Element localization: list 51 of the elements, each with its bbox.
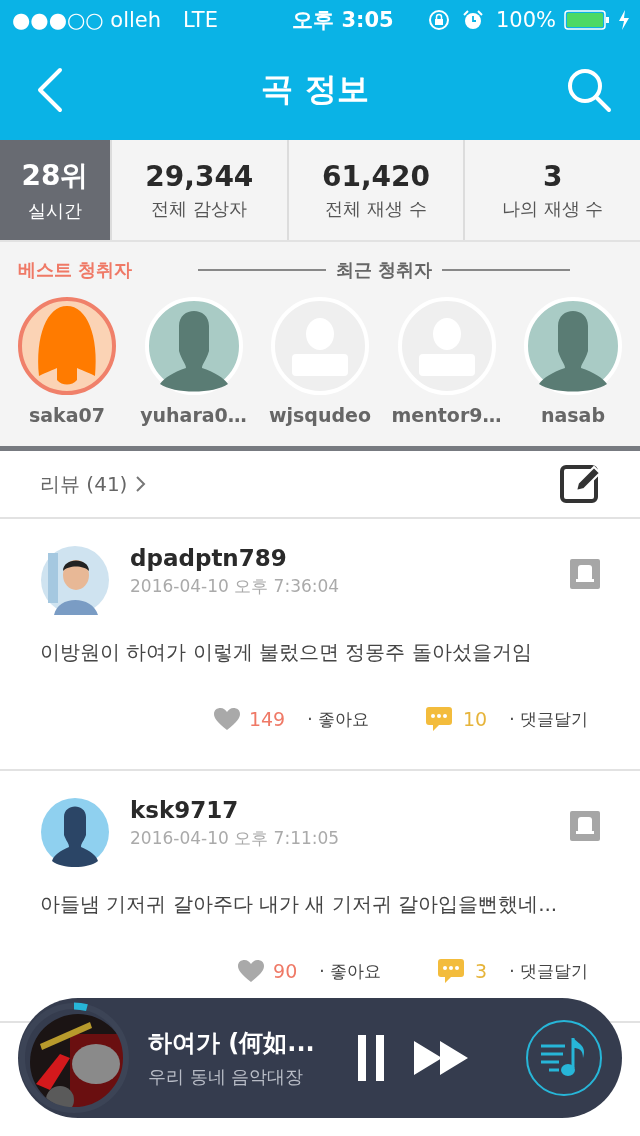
best-listeners-label: 베스트 청취자	[18, 258, 134, 282]
comment-count: 3	[475, 960, 488, 982]
edit-icon[interactable]	[560, 463, 602, 505]
review-date: 2016-04-10 오후 7:11:05	[130, 827, 341, 850]
next-button[interactable]	[414, 1041, 470, 1075]
review-date: 2016-04-10 오후 7:36:04	[130, 575, 341, 598]
stat-tab[interactable]: 3 나의 재생 수	[463, 140, 640, 240]
back-button[interactable]	[36, 67, 64, 113]
pause-button[interactable]	[356, 1035, 386, 1081]
charging-icon	[618, 10, 630, 30]
heart-icon[interactable]	[212, 707, 241, 731]
listener-name[interactable]: saka07	[29, 404, 105, 426]
listener-name[interactable]: mentor9…	[391, 404, 502, 426]
like-button[interactable]: · 좋아요	[307, 707, 369, 731]
report-icon[interactable]	[570, 811, 600, 841]
reviews-link[interactable]: 리뷰 (41)	[40, 470, 148, 498]
like-count: 149	[248, 708, 286, 730]
search-button[interactable]	[566, 67, 612, 113]
battery-level: 100%	[495, 8, 556, 32]
report-icon[interactable]	[570, 559, 600, 589]
listener-name[interactable]: wjsqudeo	[268, 404, 371, 426]
reply-button[interactable]: · 댓글달기	[509, 959, 588, 983]
artist-name: 우리 동네 음악대장	[148, 1065, 305, 1089]
chevron-icon[interactable]	[135, 475, 148, 493]
rotation-lock-icon	[427, 9, 450, 31]
reply-button[interactable]: · 댓글달기	[509, 707, 588, 731]
clock: 오후 3:05	[291, 7, 394, 34]
stat-tab[interactable]: 29,344 전체 감상자	[110, 140, 287, 240]
like-count: 90	[273, 960, 298, 982]
review-text: 아들냄 기저귀 갈아주다 내가 새 기저귀 갈아입을뻔했네...	[40, 891, 559, 918]
screen-title: 곡 정보	[261, 69, 369, 110]
stat-tab[interactable]: 28위 실시간	[0, 140, 110, 240]
comment-count: 10	[463, 708, 488, 730]
username[interactable]: ksk9717	[130, 797, 570, 823]
album-art-progress-ring[interactable]	[18, 1002, 130, 1114]
network-type: LTE	[183, 8, 218, 32]
listener-name[interactable]: nasab	[540, 404, 606, 426]
heart-icon[interactable]	[237, 959, 266, 983]
username[interactable]: dpadptn789	[130, 545, 570, 571]
review-text: 이방원이 하여가 이렇게 불렀으면 정몽주 돌아섰을거임	[40, 639, 533, 666]
listener-name[interactable]: yuhara0…	[140, 404, 247, 426]
avatar-icon[interactable]	[40, 545, 110, 615]
like-button[interactable]: · 좋아요	[319, 959, 382, 983]
playlist-button[interactable]	[526, 1020, 602, 1096]
stat-tab[interactable]: 61,420 전체 재생 수	[286, 140, 464, 240]
song-title[interactable]: 하여가 (何如...	[148, 1027, 328, 1059]
battery-icon	[564, 10, 610, 30]
alarm-icon	[461, 9, 484, 31]
avatar-icon[interactable]	[40, 797, 110, 867]
carrier: ●●●○○ olleh	[12, 8, 162, 32]
recent-listeners-label: 최근 청취자	[336, 258, 433, 282]
